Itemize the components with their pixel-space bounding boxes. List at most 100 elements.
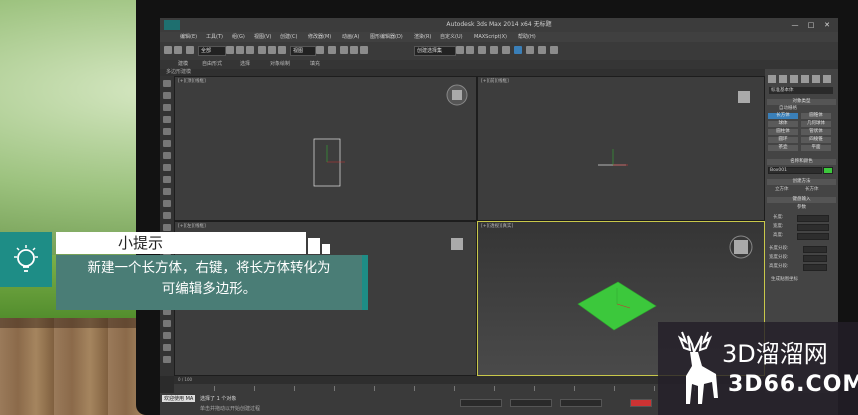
geosphere-button[interactable]: 几何球体 xyxy=(801,121,831,127)
link-icon[interactable] xyxy=(186,46,194,54)
connect-tool-icon[interactable] xyxy=(163,176,171,183)
primitive-category-dropdown[interactable]: 标准基本体 xyxy=(769,87,833,94)
teapot-button[interactable]: 茶壶 xyxy=(768,145,798,151)
menu-customize[interactable]: 自定义(U) xyxy=(440,32,463,42)
pivot-icon[interactable] xyxy=(316,46,324,54)
cylinder-button[interactable]: 圆柱体 xyxy=(768,129,798,135)
menu-maxscript[interactable]: MAXScript(X) xyxy=(474,32,507,42)
ribbon-tab-object-paint[interactable]: 对象绘制 xyxy=(270,60,290,69)
align-icon[interactable] xyxy=(466,46,474,54)
plane-button[interactable]: 平面 xyxy=(801,145,831,151)
height-segs-input[interactable] xyxy=(803,264,827,271)
z-coordinate-field[interactable] xyxy=(560,399,602,407)
menu-help[interactable]: 帮助(H) xyxy=(518,32,536,42)
render-setup-icon[interactable] xyxy=(526,46,534,54)
shrink-tool-icon[interactable] xyxy=(163,152,171,159)
utilities-tab-icon[interactable] xyxy=(823,75,831,83)
close-button[interactable]: ✕ xyxy=(820,18,834,32)
height-input[interactable] xyxy=(797,233,829,240)
curve-editor-icon[interactable] xyxy=(490,46,498,54)
named-selection-dropdown[interactable]: 创建选择集 xyxy=(414,46,456,56)
keyboard-entry-rollout[interactable]: 键盘输入 xyxy=(767,197,836,203)
redo-icon[interactable] xyxy=(174,46,182,54)
hierarchy-tab-icon[interactable] xyxy=(790,75,798,83)
cone-button[interactable]: 圆锥体 xyxy=(801,113,831,119)
schematic-view-icon[interactable] xyxy=(502,46,510,54)
vertex-tool-icon[interactable] xyxy=(163,116,171,123)
attach-tool-icon[interactable] xyxy=(163,344,171,351)
menu-views[interactable]: 视图(V) xyxy=(254,32,271,42)
y-coordinate-field[interactable] xyxy=(510,399,552,407)
x-coordinate-field[interactable] xyxy=(460,399,502,407)
detach-tool-icon[interactable] xyxy=(163,356,171,363)
viewport-front[interactable]: [+][前][线框] xyxy=(477,76,765,221)
ribbon-tab-modeling[interactable]: 建模 xyxy=(178,60,188,69)
creation-method-rollout[interactable]: 创建方法 xyxy=(767,179,836,185)
ribbon-tab-freeform[interactable]: 自由形式 xyxy=(202,60,222,69)
graphite-tool-icon[interactable] xyxy=(163,80,171,87)
menu-animation[interactable]: 动画(A) xyxy=(342,32,359,42)
percent-snap-icon[interactable] xyxy=(360,46,368,54)
selection-filter-dropdown[interactable]: 全部 xyxy=(198,46,226,56)
hide-tool-icon[interactable] xyxy=(163,320,171,327)
undo-icon[interactable] xyxy=(164,46,172,54)
angle-snap-icon[interactable] xyxy=(350,46,358,54)
gen-mapping-checkbox[interactable]: 生成贴图坐标 xyxy=(771,277,798,282)
loop-tool-icon[interactable] xyxy=(163,128,171,135)
parameters-rollout[interactable]: 参数 xyxy=(767,205,836,211)
maxscript-listener[interactable]: 欢迎使用 MA xyxy=(162,395,196,402)
extrude-tool-icon[interactable] xyxy=(163,200,171,207)
viewport-top[interactable]: [+][顶][线框] xyxy=(174,76,477,221)
torus-button[interactable]: 圆环 xyxy=(768,137,798,143)
auto-key-button[interactable] xyxy=(630,399,652,407)
ribbon-tab-populate[interactable]: 填充 xyxy=(310,60,320,69)
minimize-button[interactable]: — xyxy=(788,18,802,32)
modify-tab-icon[interactable] xyxy=(779,75,787,83)
select-move-icon[interactable] xyxy=(258,46,266,54)
ring-tool-icon[interactable] xyxy=(163,140,171,147)
sphere-button[interactable]: 球体 xyxy=(768,121,798,127)
tube-button[interactable]: 管状体 xyxy=(801,129,831,135)
create-tab-icon[interactable] xyxy=(768,75,776,83)
chamfer-tool-icon[interactable] xyxy=(163,188,171,195)
manipulate-icon[interactable] xyxy=(328,46,336,54)
maximize-button[interactable]: □ xyxy=(804,18,818,32)
menu-group[interactable]: 组(G) xyxy=(232,32,245,42)
edge-tool-icon[interactable] xyxy=(163,104,171,111)
poly-tool-icon[interactable] xyxy=(163,92,171,99)
width-input[interactable] xyxy=(797,224,829,231)
box-button[interactable]: 长方体 xyxy=(768,113,798,119)
menu-edit[interactable]: 编辑(E) xyxy=(180,32,197,42)
width-segs-input[interactable] xyxy=(803,255,827,262)
inset-tool-icon[interactable] xyxy=(163,224,171,231)
length-segs-input[interactable] xyxy=(803,246,827,253)
motion-tab-icon[interactable] xyxy=(801,75,809,83)
material-editor-icon[interactable] xyxy=(514,46,522,54)
select-by-name-icon[interactable] xyxy=(236,46,244,54)
pyramid-button[interactable]: 四棱锥 xyxy=(801,137,831,143)
mirror-icon[interactable] xyxy=(456,46,464,54)
name-color-rollout[interactable]: 名称和颜色 xyxy=(767,159,836,165)
object-type-rollout[interactable]: 对象类型 xyxy=(767,99,836,105)
unhide-tool-icon[interactable] xyxy=(163,332,171,339)
grow-tool-icon[interactable] xyxy=(163,164,171,171)
snap-toggle-icon[interactable] xyxy=(340,46,348,54)
autogrid-checkbox[interactable]: 自动栅格 xyxy=(779,106,797,111)
menu-graph-editors[interactable]: 图形编辑器(D) xyxy=(370,32,403,42)
rendered-frame-icon[interactable] xyxy=(538,46,546,54)
render-production-icon[interactable] xyxy=(550,46,558,54)
menu-tools[interactable]: 工具(T) xyxy=(206,32,223,42)
bevel-tool-icon[interactable] xyxy=(163,212,171,219)
rect-selection-icon[interactable] xyxy=(246,46,254,54)
creation-cube-radio[interactable]: 立方体 xyxy=(775,187,789,192)
length-input[interactable] xyxy=(797,215,829,222)
ribbon-tab-selection[interactable]: 选择 xyxy=(240,60,250,69)
reference-coord-dropdown[interactable]: 视图 xyxy=(290,46,316,56)
layer-manager-icon[interactable] xyxy=(478,46,486,54)
select-object-icon[interactable] xyxy=(226,46,234,54)
select-rotate-icon[interactable] xyxy=(268,46,276,54)
display-tab-icon[interactable] xyxy=(812,75,820,83)
select-scale-icon[interactable] xyxy=(278,46,286,54)
object-color-swatch[interactable] xyxy=(823,167,833,174)
menu-rendering[interactable]: 渲染(R) xyxy=(414,32,431,42)
